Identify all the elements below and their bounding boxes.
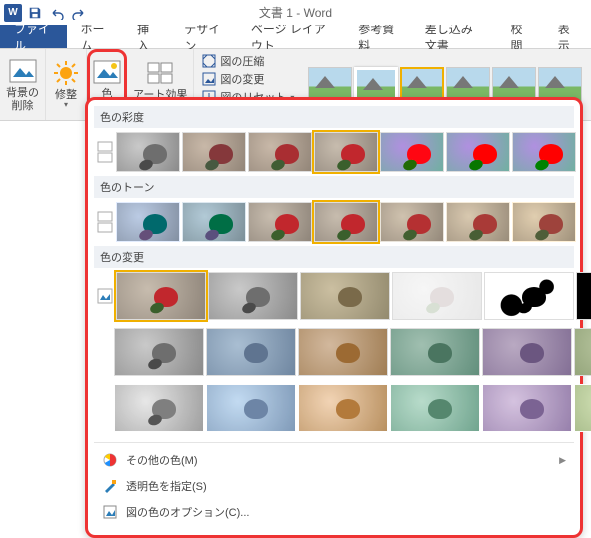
- saturation-row-icon: [96, 136, 114, 168]
- recolor-thumb[interactable]: [576, 272, 591, 320]
- remove-background-button[interactable]: 背景の 削除: [0, 49, 46, 120]
- more-colors-item[interactable]: その他の色(M) ▶: [94, 447, 574, 473]
- tone-row: [94, 198, 574, 246]
- recolor-thumb[interactable]: [298, 384, 388, 432]
- tab-insert[interactable]: 挿入: [123, 25, 170, 48]
- recolor-thumb[interactable]: [484, 272, 574, 320]
- title-bar: W 文書 1 - Word: [0, 0, 591, 25]
- remove-bg-icon: [9, 57, 37, 85]
- recolor-thumb[interactable]: [114, 328, 204, 376]
- tab-layout[interactable]: ページ レイアウト: [237, 25, 344, 48]
- tab-file[interactable]: ファイル: [0, 25, 67, 48]
- tab-design[interactable]: デザイン: [170, 25, 237, 48]
- saturation-row: [94, 128, 574, 176]
- ribbon-tabs: ファイル ホーム 挿入 デザイン ページ レイアウト 参考資料 差し込み文書 校…: [0, 25, 591, 49]
- tone-thumb[interactable]: [512, 202, 576, 242]
- recolor-row-1: [94, 268, 574, 324]
- corrections-icon: [52, 59, 80, 87]
- recolor-thumb[interactable]: [574, 384, 591, 432]
- recolor-thumb[interactable]: [482, 328, 572, 376]
- recolor-header: 色の変更: [94, 246, 574, 268]
- set-transparent-item[interactable]: 透明色を指定(S): [94, 473, 574, 499]
- word-app-icon: W: [4, 4, 22, 22]
- recolor-thumb[interactable]: [574, 328, 591, 376]
- change-picture-icon: [202, 72, 216, 86]
- recolor-thumb[interactable]: [482, 384, 572, 432]
- tone-thumb[interactable]: [380, 202, 444, 242]
- tone-thumb[interactable]: [248, 202, 312, 242]
- saturation-thumb[interactable]: [248, 132, 312, 172]
- compress-icon: [202, 54, 216, 68]
- save-icon[interactable]: [26, 4, 44, 22]
- tone-thumb[interactable]: [446, 202, 510, 242]
- recolor-row-3: [94, 380, 574, 436]
- recolor-row-2: [94, 324, 574, 380]
- recolor-thumb[interactable]: [390, 328, 480, 376]
- compress-pictures-button[interactable]: 図の圧縮: [202, 53, 294, 69]
- recolor-thumb-selected[interactable]: [116, 272, 206, 320]
- saturation-header: 色の彩度: [94, 106, 574, 128]
- color-options-item[interactable]: 図の色のオプション(C)...: [94, 499, 574, 525]
- redo-icon[interactable]: [70, 4, 88, 22]
- recolor-thumb[interactable]: [390, 384, 480, 432]
- saturation-thumb[interactable]: [116, 132, 180, 172]
- picture-options-icon: [102, 504, 118, 520]
- tone-thumb[interactable]: [116, 202, 180, 242]
- more-colors-icon: [102, 452, 118, 468]
- recolor-thumb[interactable]: [206, 384, 296, 432]
- recolor-thumb[interactable]: [114, 384, 204, 432]
- saturation-thumb-selected[interactable]: [314, 132, 378, 172]
- ribbon-body: 背景の 削除 修整 色 アート効果 図の圧縮 図の変更: [0, 49, 591, 121]
- tab-mail[interactable]: 差し込み文書: [411, 25, 497, 48]
- recolor-thumb[interactable]: [300, 272, 390, 320]
- quick-access: W: [0, 4, 88, 22]
- saturation-thumb[interactable]: [512, 132, 576, 172]
- undo-icon[interactable]: [48, 4, 66, 22]
- change-picture-button[interactable]: 図の変更: [202, 71, 294, 87]
- artistic-icon: [146, 59, 174, 87]
- saturation-thumb[interactable]: [182, 132, 246, 172]
- window-title: 文書 1 - Word: [0, 4, 591, 21]
- tone-header: 色のトーン: [94, 176, 574, 198]
- color-icon: [93, 58, 121, 86]
- tab-view[interactable]: 表示: [544, 25, 591, 48]
- tab-home[interactable]: ホーム: [67, 25, 124, 48]
- tab-review[interactable]: 校閲: [497, 25, 544, 48]
- recolor-thumb[interactable]: [208, 272, 298, 320]
- tone-thumb-selected[interactable]: [314, 202, 378, 242]
- transparent-color-icon: [102, 478, 118, 494]
- tab-refs[interactable]: 参考資料: [344, 25, 411, 48]
- recolor-row-icon: [96, 280, 114, 312]
- recolor-thumb[interactable]: [298, 328, 388, 376]
- recolor-thumb[interactable]: [392, 272, 482, 320]
- color-menu-list: その他の色(M) ▶ 透明色を指定(S) 図の色のオプション(C)...: [94, 442, 574, 525]
- saturation-thumb[interactable]: [446, 132, 510, 172]
- tone-thumb[interactable]: [182, 202, 246, 242]
- corrections-button[interactable]: 修整: [46, 49, 87, 120]
- tone-row-icon: [96, 206, 114, 238]
- submenu-arrow-icon: ▶: [559, 455, 566, 466]
- saturation-thumb[interactable]: [380, 132, 444, 172]
- color-dropdown: 色の彩度 色のトーン 色の変更: [85, 97, 583, 538]
- recolor-thumb[interactable]: [206, 328, 296, 376]
